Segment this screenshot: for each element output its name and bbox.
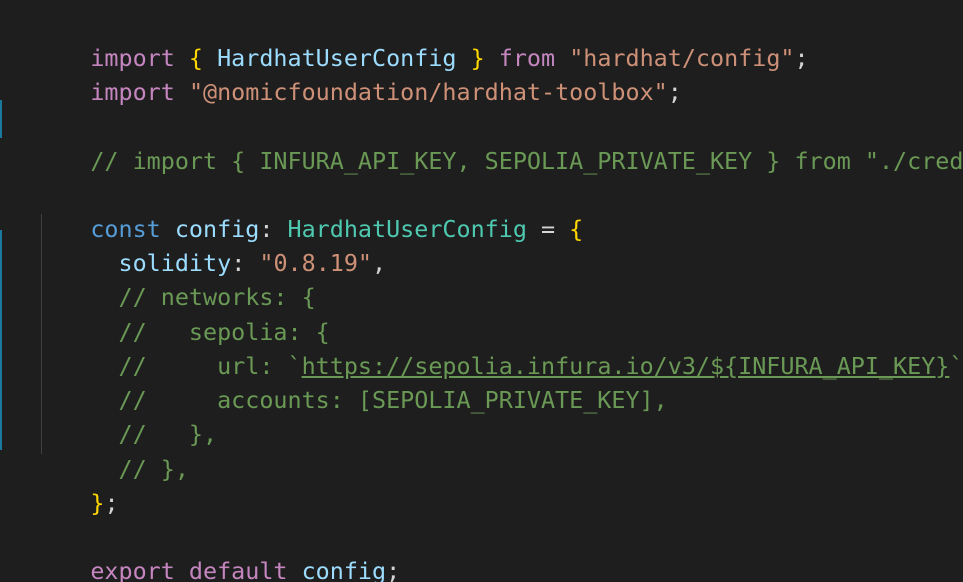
code-line-13[interactable]: // },: [34, 418, 189, 483]
gutter-change-marker: [0, 100, 2, 138]
semicolon-token: ;: [667, 78, 682, 107]
default-keyword: default: [174, 557, 288, 582]
gutter-change-marker: [0, 230, 2, 450]
code-line-12[interactable]: // },: [34, 383, 218, 448]
string-token: "@nomicfoundation/hardhat-toolbox": [188, 78, 668, 107]
code-line-16[interactable]: export default config;: [34, 520, 400, 582]
equals-token: =: [526, 215, 570, 244]
code-line-4[interactable]: // import { INFURA_API_KEY, SEPOLIA_PRIV…: [34, 110, 963, 175]
code-editor[interactable]: import { HardhatUserConfig } from "hardh…: [0, 0, 963, 582]
import-keyword: import: [90, 78, 175, 107]
comment-token: `,: [949, 352, 963, 381]
brace-token: }: [90, 489, 105, 518]
semicolon-token: ;: [794, 44, 809, 73]
code-line-1[interactable]: import { HardhatUserConfig } from "hardh…: [34, 7, 808, 72]
code-line-14[interactable]: };: [34, 452, 118, 517]
code-line-10[interactable]: // url: `https://sepolia.infura.io/v3/${…: [34, 315, 963, 380]
code-line-7[interactable]: solidity: "0.8.19",: [34, 212, 387, 277]
brace-token: {: [569, 215, 584, 244]
code-line-6[interactable]: const config: HardhatUserConfig = {: [34, 178, 583, 243]
comment-token: // import { INFURA_API_KEY, SEPOLIA_PRIV…: [90, 147, 963, 176]
export-keyword: export: [90, 557, 175, 582]
code-line-11[interactable]: // accounts: [SEPOLIA_PRIVATE_KEY],: [34, 349, 668, 414]
comma-token: ,: [372, 249, 387, 278]
code-line-8[interactable]: // networks: {: [34, 246, 316, 311]
code-line-9[interactable]: // sepolia: {: [34, 281, 330, 346]
semicolon-token: ;: [104, 489, 119, 518]
code-line-2[interactable]: import "@nomicfoundation/hardhat-toolbox…: [34, 41, 682, 106]
semicolon-token: ;: [386, 557, 401, 582]
identifier-token: config: [287, 557, 387, 582]
